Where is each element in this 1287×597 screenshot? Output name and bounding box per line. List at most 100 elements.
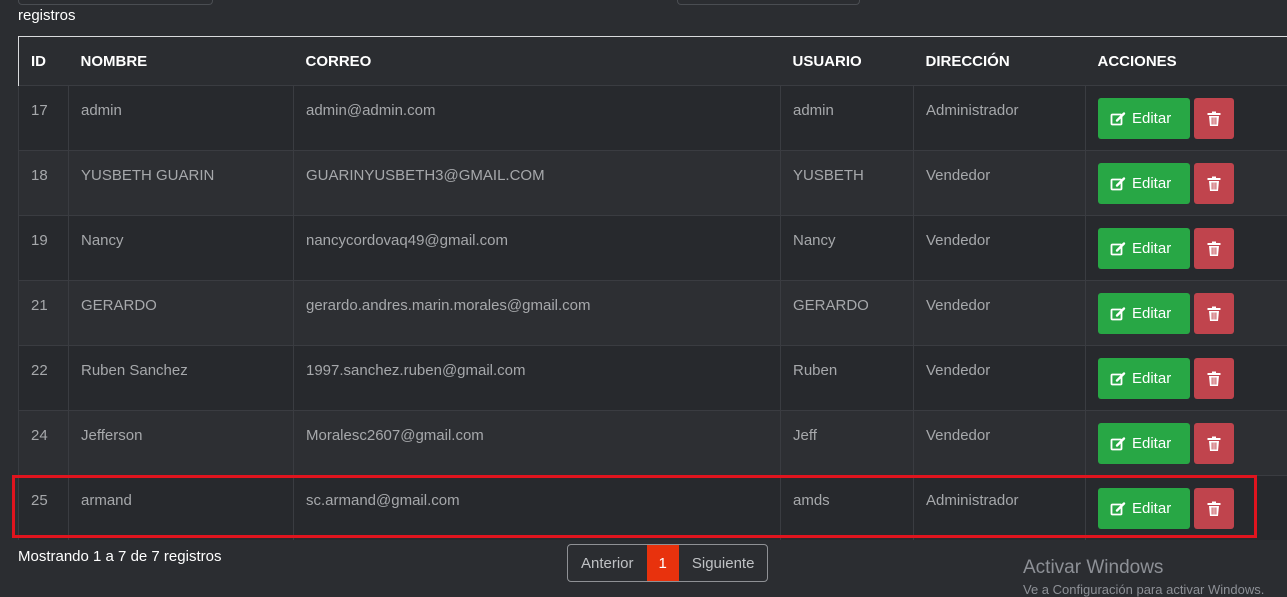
pagination: Anterior 1 Siguiente	[567, 544, 768, 582]
edit-button[interactable]: Editar	[1098, 163, 1190, 204]
cell-id-text: 25	[31, 476, 56, 509]
cell-nombre: admin	[69, 86, 294, 151]
cell-acciones: Editar	[1086, 346, 1287, 411]
cell-acciones: Editar	[1086, 411, 1287, 476]
cell-nombre-text: GERARDO	[81, 281, 281, 314]
entries-select[interactable]	[18, 0, 213, 5]
cell-direccion: Vendedor	[914, 346, 1086, 411]
cell-nombre: YUSBETH GUARIN	[69, 151, 294, 216]
delete-button[interactable]	[1194, 228, 1234, 269]
edit-button[interactable]: Editar	[1098, 358, 1190, 399]
cell-id: 21	[19, 281, 69, 346]
edit-button[interactable]: Editar	[1098, 228, 1190, 269]
cell-nombre: Jefferson	[69, 411, 294, 476]
table-row: 18 YUSBETH GUARINGUARINYUSBETH3@GMAIL.COM…	[19, 151, 1287, 216]
table-row: 17adminadmin@admin.comadminAdministrador…	[19, 86, 1287, 151]
edit-button[interactable]: Editar	[1098, 293, 1190, 334]
cell-id: 24	[19, 411, 69, 476]
cell-correo-text: gerardo.andres.marin.morales@gmail.com	[306, 281, 768, 314]
header-nombre[interactable]: NOMBRE	[69, 37, 294, 86]
edit-icon	[1110, 176, 1126, 192]
cell-usuario-text: Ruben	[793, 346, 901, 379]
cell-id-text: 18	[31, 151, 56, 184]
delete-button[interactable]	[1194, 163, 1234, 204]
trash-icon	[1207, 111, 1221, 127]
cell-nombre-text: armand	[81, 476, 281, 509]
next-page-button[interactable]: Siguiente	[679, 545, 768, 581]
header-correo[interactable]: CORREO	[294, 37, 781, 86]
edit-icon	[1110, 501, 1126, 517]
cell-direccion-text: Vendedor	[926, 216, 1073, 249]
cell-usuario: GERARDO	[781, 281, 914, 346]
cell-acciones: Editar	[1086, 151, 1287, 216]
header-acciones: ACCIONES	[1086, 37, 1287, 86]
cell-correo-text: 1997.sanchez.ruben@gmail.com	[306, 346, 768, 379]
trash-icon	[1207, 176, 1221, 192]
cell-nombre: Ruben Sanchez	[69, 346, 294, 411]
delete-button[interactable]	[1194, 293, 1234, 334]
cell-id-text: 22	[31, 346, 56, 379]
row-actions: Editar	[1098, 151, 1287, 204]
table-row: 25armandsc.armand@gmail.comamdsAdministr…	[19, 476, 1287, 541]
watermark-title: Activar Windows	[1023, 557, 1264, 579]
trash-icon	[1207, 501, 1221, 517]
row-actions: Editar	[1098, 411, 1287, 464]
cell-direccion-text: Vendedor	[926, 411, 1073, 444]
edit-button[interactable]: Editar	[1098, 98, 1190, 139]
edit-icon	[1110, 241, 1126, 257]
table-row: 24 Jefferson Moralesc2607@gmail.com Jeff Ven…	[19, 411, 1287, 476]
edit-button-label: Editar	[1132, 110, 1171, 127]
cell-direccion-text: Vendedor	[926, 346, 1073, 379]
cell-nombre: Nancy	[69, 216, 294, 281]
row-actions: Editar	[1098, 216, 1287, 269]
edit-button[interactable]: Editar	[1098, 488, 1190, 529]
cell-correo-text: admin@admin.com	[306, 86, 768, 119]
cell-nombre-text: Ruben Sanchez	[81, 346, 281, 379]
cell-correo: nancycordovaq49@gmail.com	[294, 216, 781, 281]
watermark-subtitle: Ve a Configuración para activar Windows.	[1023, 582, 1264, 597]
cell-nombre: GERARDO	[69, 281, 294, 346]
row-actions: Editar	[1098, 281, 1287, 334]
cell-acciones: Editar	[1086, 86, 1287, 151]
cell-nombre: armand	[69, 476, 294, 541]
cell-id-text: 24	[31, 411, 56, 444]
cell-correo: GUARINYUSBETH3@GMAIL.COM	[294, 151, 781, 216]
entries-suffix-label: registros	[18, 7, 76, 24]
cell-id-text: 17	[31, 86, 56, 119]
cell-usuario-text: GERARDO	[793, 281, 901, 314]
header-direccion[interactable]: DIRECCIÓN	[914, 37, 1086, 86]
cell-id: 25	[19, 476, 69, 541]
delete-button[interactable]	[1194, 488, 1234, 529]
delete-button[interactable]	[1194, 98, 1234, 139]
prev-page-button[interactable]: Anterior	[568, 545, 647, 581]
cell-correo: sc.armand@gmail.com	[294, 476, 781, 541]
trash-icon	[1207, 436, 1221, 452]
search-input[interactable]	[677, 0, 860, 5]
cell-nombre-text: Jefferson	[81, 411, 281, 444]
cell-usuario-text: YUSBETH	[793, 151, 901, 184]
cell-id: 22	[19, 346, 69, 411]
cell-id: 18	[19, 151, 69, 216]
edit-button[interactable]: Editar	[1098, 423, 1190, 464]
cell-usuario: Jeff	[781, 411, 914, 476]
cell-correo: 1997.sanchez.ruben@gmail.com	[294, 346, 781, 411]
cell-usuario: Nancy	[781, 216, 914, 281]
cell-correo: gerardo.andres.marin.morales@gmail.com	[294, 281, 781, 346]
trash-icon	[1207, 371, 1221, 387]
cell-usuario: Ruben	[781, 346, 914, 411]
cell-id-text: 19	[31, 216, 56, 249]
page-1-button[interactable]: 1	[647, 545, 679, 581]
cell-correo-text: Moralesc2607@gmail.com	[306, 411, 768, 444]
cell-usuario: admin	[781, 86, 914, 151]
edit-button-label: Editar	[1132, 435, 1171, 452]
cell-usuario-text: amds	[793, 476, 901, 509]
edit-button-label: Editar	[1132, 305, 1171, 322]
delete-button[interactable]	[1194, 358, 1234, 399]
delete-button[interactable]	[1194, 423, 1234, 464]
trash-icon	[1207, 241, 1221, 257]
windows-activation-watermark: Activar Windows Ve a Configuración para …	[1023, 557, 1264, 597]
header-usuario[interactable]: USUARIO	[781, 37, 914, 86]
header-id[interactable]: ID	[19, 37, 69, 86]
cell-usuario: YUSBETH	[781, 151, 914, 216]
cell-correo-text: nancycordovaq49@gmail.com	[306, 216, 768, 249]
